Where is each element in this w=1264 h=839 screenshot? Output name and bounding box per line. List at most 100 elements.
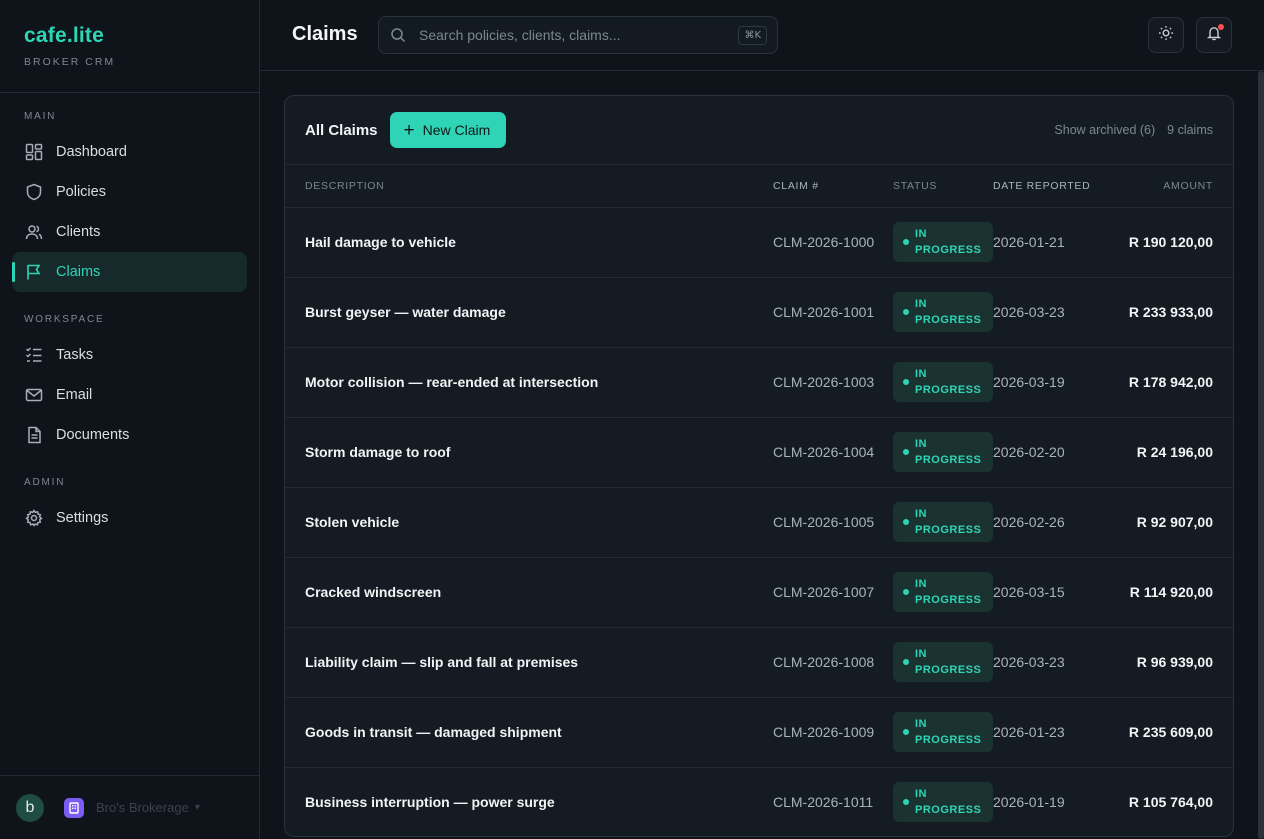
chevron-down-icon[interactable]: ▾ bbox=[195, 802, 200, 813]
claim-number: CLM-2026-1004 bbox=[773, 417, 893, 488]
status-cell: IN PROGRESS bbox=[893, 277, 993, 348]
sidebar-item-settings[interactable]: Settings bbox=[12, 498, 247, 538]
claim-date: 2026-03-15 bbox=[993, 557, 1123, 628]
brand-subtitle: BROKER CRM bbox=[24, 56, 116, 68]
sidebar-nav: MAIN Dashboard Policies Clients Claims W… bbox=[0, 93, 259, 538]
claim-date: 2026-03-19 bbox=[993, 347, 1123, 418]
sidebar-item-policies[interactable]: Policies bbox=[12, 172, 247, 212]
status-text-line2: PROGRESS bbox=[915, 524, 982, 536]
claim-number: CLM-2026-1007 bbox=[773, 557, 893, 628]
claim-description: Business interruption — power surge bbox=[285, 767, 773, 836]
column-header-amount[interactable]: AMOUNT bbox=[1123, 165, 1233, 208]
show-archived-link[interactable]: Show archived (6) bbox=[1054, 123, 1155, 137]
status-text-line1: IN bbox=[915, 298, 927, 310]
status-cell: IN PROGRESS bbox=[893, 207, 993, 278]
sidebar-item-label: Clients bbox=[56, 224, 101, 240]
sidebar-item-email[interactable]: Email bbox=[12, 375, 247, 415]
status-text-line1: IN bbox=[915, 508, 927, 520]
status-text-line1: IN bbox=[915, 228, 927, 240]
status-text-line1: IN bbox=[915, 648, 927, 660]
org-switcher[interactable]: Bro's Brokerage bbox=[96, 800, 189, 815]
status-cell: IN PROGRESS bbox=[893, 557, 993, 628]
status-text-line2: PROGRESS bbox=[915, 244, 982, 256]
claim-description: Goods in transit — damaged shipment bbox=[285, 697, 773, 768]
claim-description: Cracked windscreen bbox=[285, 557, 773, 628]
search-icon bbox=[389, 26, 407, 44]
claim-number: CLM-2026-1003 bbox=[773, 347, 893, 418]
status-text: IN PROGRESS bbox=[915, 226, 981, 258]
status-cell: IN PROGRESS bbox=[893, 417, 993, 488]
status-cell: IN PROGRESS bbox=[893, 487, 993, 558]
sidebar-item-documents[interactable]: Documents bbox=[12, 415, 247, 455]
topbar: Claims ⌘K bbox=[260, 0, 1264, 71]
sidebar-item-claims[interactable]: Claims bbox=[12, 252, 247, 292]
claim-date: 2026-01-21 bbox=[993, 207, 1123, 278]
nav-section-admin: ADMIN bbox=[24, 477, 66, 488]
search-bar[interactable]: ⌘K bbox=[378, 16, 778, 54]
notifications-button[interactable] bbox=[1196, 17, 1232, 53]
claim-amount: R 92 907,00 bbox=[1123, 487, 1233, 558]
claim-description: Storm damage to roof bbox=[285, 417, 773, 488]
status-dot bbox=[903, 309, 909, 315]
avatar[interactable]: b bbox=[16, 793, 44, 822]
table-row[interactable]: Goods in transit — damaged shipment CLM-… bbox=[285, 697, 1233, 768]
brand-logo[interactable]: cafe.lite bbox=[24, 24, 235, 48]
status-text-line1: IN bbox=[915, 368, 927, 380]
claim-number: CLM-2026-1008 bbox=[773, 627, 893, 698]
claim-amount: R 24 196,00 bbox=[1123, 417, 1233, 488]
status-text: IN PROGRESS bbox=[915, 296, 981, 328]
claim-description: Motor collision — rear-ended at intersec… bbox=[285, 347, 773, 418]
sidebar-item-label: Dashboard bbox=[56, 144, 127, 160]
claim-amount: R 190 120,00 bbox=[1123, 207, 1233, 278]
status-cell: IN PROGRESS bbox=[893, 767, 993, 836]
column-header-description[interactable]: DESCRIPTION bbox=[285, 165, 773, 208]
status-text-line1: IN bbox=[915, 438, 927, 450]
status-badge: IN PROGRESS bbox=[893, 572, 993, 612]
status-badge: IN PROGRESS bbox=[893, 222, 993, 262]
table-row[interactable]: Hail damage to vehicle CLM-2026-1000 IN P… bbox=[285, 207, 1233, 278]
status-dot bbox=[903, 449, 909, 455]
new-claim-button[interactable]: + New Claim bbox=[389, 112, 507, 148]
status-dot bbox=[903, 589, 909, 595]
table-row[interactable]: Liability claim — slip and fall at premi… bbox=[285, 627, 1233, 698]
status-cell: IN PROGRESS bbox=[893, 697, 993, 768]
search-input[interactable] bbox=[419, 27, 739, 43]
status-text: IN PROGRESS bbox=[915, 506, 981, 538]
column-header-date[interactable]: DATE REPORTED bbox=[993, 165, 1123, 208]
status-badge: IN PROGRESS bbox=[893, 502, 993, 542]
claims-card: All Claims + New Claim Show archived (6)… bbox=[284, 95, 1234, 837]
sidebar-item-dashboard[interactable]: Dashboard bbox=[12, 132, 247, 172]
theme-toggle-button[interactable] bbox=[1148, 17, 1184, 53]
table-row[interactable]: Stolen vehicle CLM-2026-1005 IN PROGRESS … bbox=[285, 487, 1233, 558]
claim-description: Stolen vehicle bbox=[285, 487, 773, 558]
status-dot bbox=[903, 239, 909, 245]
sidebar-footer: b Bro's Brokerage ▾ bbox=[0, 775, 259, 839]
sidebar-item-label: Documents bbox=[56, 427, 130, 443]
status-text: IN PROGRESS bbox=[915, 716, 981, 748]
column-header-status[interactable]: STATUS bbox=[893, 165, 993, 208]
status-badge: IN PROGRESS bbox=[893, 712, 993, 752]
flag-icon bbox=[24, 262, 44, 282]
table-row[interactable]: Cracked windscreen CLM-2026-1007 IN PROGR… bbox=[285, 557, 1233, 628]
status-text: IN PROGRESS bbox=[915, 576, 981, 608]
claim-number: CLM-2026-1009 bbox=[773, 697, 893, 768]
table-row[interactable]: Storm damage to roof CLM-2026-1004 IN PRO… bbox=[285, 417, 1233, 488]
sidebar-item-tasks[interactable]: Tasks bbox=[12, 335, 247, 375]
table-row[interactable]: Burst geyser — water damage CLM-2026-100… bbox=[285, 277, 1233, 348]
sidebar-item-clients[interactable]: Clients bbox=[12, 212, 247, 252]
status-badge: IN PROGRESS bbox=[893, 432, 993, 472]
status-text-line1: IN bbox=[915, 788, 927, 800]
status-text-line2: PROGRESS bbox=[915, 594, 982, 606]
page-title: Claims bbox=[292, 23, 358, 45]
scrollbar[interactable] bbox=[1258, 71, 1264, 839]
status-text-line1: IN bbox=[915, 718, 927, 730]
status-text-line2: PROGRESS bbox=[915, 454, 982, 466]
status-dot bbox=[903, 729, 909, 735]
column-header-claim[interactable]: CLAIM # bbox=[773, 165, 893, 208]
mail-icon bbox=[24, 385, 44, 405]
claim-date: 2026-03-23 bbox=[993, 277, 1123, 348]
claim-amount: R 235 609,00 bbox=[1123, 697, 1233, 768]
table-row[interactable]: Business interruption — power surge CLM-… bbox=[285, 767, 1233, 836]
status-cell: IN PROGRESS bbox=[893, 347, 993, 418]
table-row[interactable]: Motor collision — rear-ended at intersec… bbox=[285, 347, 1233, 418]
